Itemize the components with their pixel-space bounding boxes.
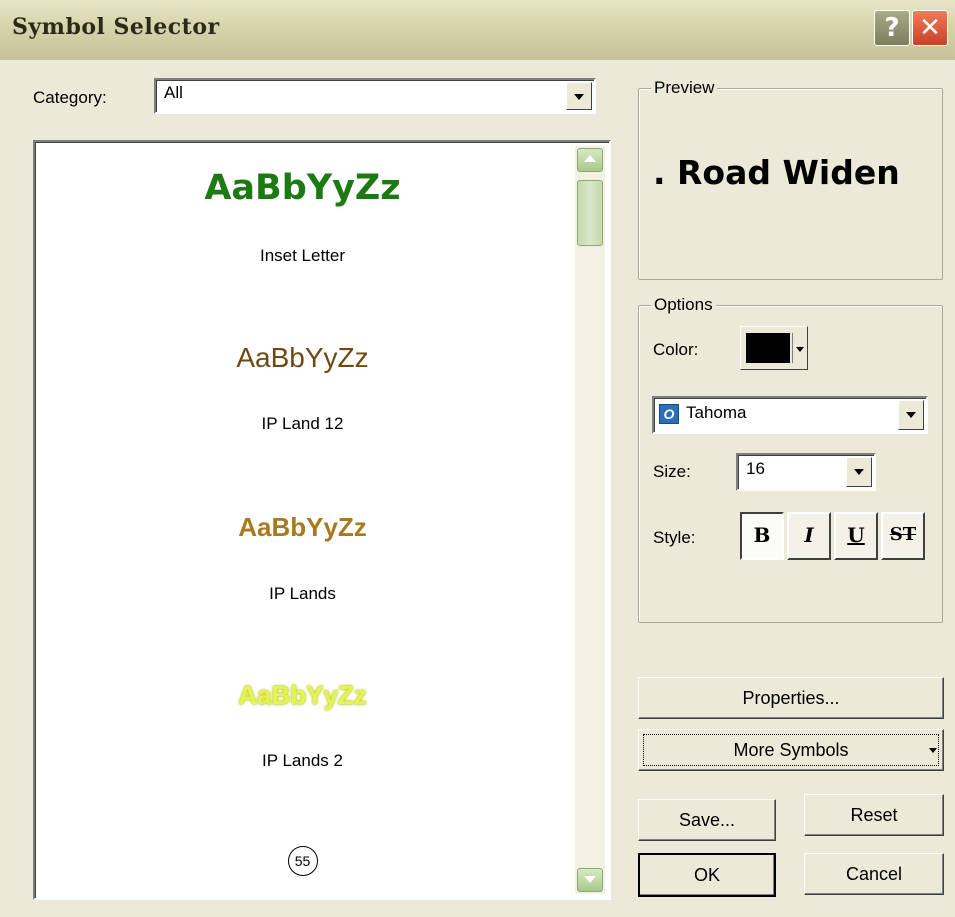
- ok-button[interactable]: OK: [638, 853, 776, 897]
- divider: [792, 333, 793, 363]
- size-value: 16: [746, 459, 765, 478]
- reset-label: Reset: [850, 805, 898, 825]
- scroll-down-icon[interactable]: [577, 868, 603, 892]
- chevron-down-icon[interactable]: [846, 457, 872, 487]
- color-picker-button[interactable]: [740, 326, 808, 370]
- font-value: Tahoma: [686, 403, 747, 422]
- title-bar[interactable]: Symbol Selector ? ✕: [0, 0, 955, 60]
- symbol-sample: AaBbYyZz: [238, 680, 367, 710]
- close-button[interactable]: ✕: [912, 10, 948, 46]
- properties-button[interactable]: Properties...: [638, 677, 944, 719]
- focus-ring: [643, 734, 939, 766]
- bold-button[interactable]: B: [740, 512, 784, 560]
- color-swatch: [746, 333, 790, 363]
- scroll-up-icon[interactable]: [577, 148, 603, 172]
- size-label: Size:: [653, 462, 691, 481]
- category-dropdown[interactable]: All: [154, 78, 596, 114]
- preview-title: Preview: [651, 78, 718, 98]
- font-dropdown[interactable]: O Tahoma: [652, 396, 928, 434]
- chevron-down-icon: [796, 347, 804, 352]
- preview-group: Preview . Road Widen: [638, 78, 943, 280]
- chevron-down-icon[interactable]: [898, 400, 924, 430]
- scroll-thumb[interactable]: [577, 180, 603, 246]
- window-title: Symbol Selector: [12, 14, 220, 40]
- italic-button[interactable]: I: [787, 512, 831, 560]
- reset-button[interactable]: Reset: [804, 794, 944, 836]
- cancel-button[interactable]: Cancel: [804, 853, 944, 895]
- properties-label: Properties...: [742, 688, 840, 708]
- options-title: Options: [651, 295, 716, 315]
- more-symbols-button[interactable]: More Symbols: [638, 729, 944, 771]
- symbol-list[interactable]: AaBbYyZz Inset Letter AaBbYyZz IP Land 1…: [33, 140, 611, 900]
- symbol-name: IP Lands 2: [262, 751, 343, 770]
- list-scrollbar[interactable]: [575, 146, 605, 894]
- save-label: Save...: [678, 810, 736, 830]
- color-label: Color:: [653, 340, 699, 359]
- save-button[interactable]: Save...: [638, 799, 776, 841]
- symbol-name: Inset Letter: [259, 246, 346, 265]
- preview-text: . Road Widen: [653, 153, 900, 192]
- category-label: Category:: [33, 88, 107, 107]
- symbol-sample: 55: [35, 846, 570, 876]
- symbol-sample: AaBbYyZz: [204, 168, 401, 208]
- style-label: Style:: [653, 528, 696, 547]
- chevron-down-icon[interactable]: [566, 82, 592, 110]
- circled-number-icon: 55: [287, 846, 318, 876]
- help-button[interactable]: ?: [874, 10, 910, 46]
- strikethrough-button[interactable]: ST: [881, 512, 925, 560]
- size-dropdown[interactable]: 16: [736, 453, 876, 491]
- opentype-font-icon: O: [659, 404, 679, 424]
- cancel-label: Cancel: [845, 864, 903, 884]
- symbol-sample: AaBbYyZz: [238, 512, 367, 542]
- underline-button[interactable]: U: [834, 512, 878, 560]
- symbol-sample: AaBbYyZz: [236, 342, 369, 373]
- symbol-selector-window: Symbol Selector ? ✕ Category: All AaBbYy…: [0, 0, 955, 917]
- chevron-down-icon: [929, 748, 937, 753]
- symbol-name: IP Lands: [269, 584, 336, 603]
- category-value: All: [164, 83, 183, 102]
- symbol-name: IP Land 12: [261, 414, 344, 433]
- ok-label: OK: [693, 865, 720, 885]
